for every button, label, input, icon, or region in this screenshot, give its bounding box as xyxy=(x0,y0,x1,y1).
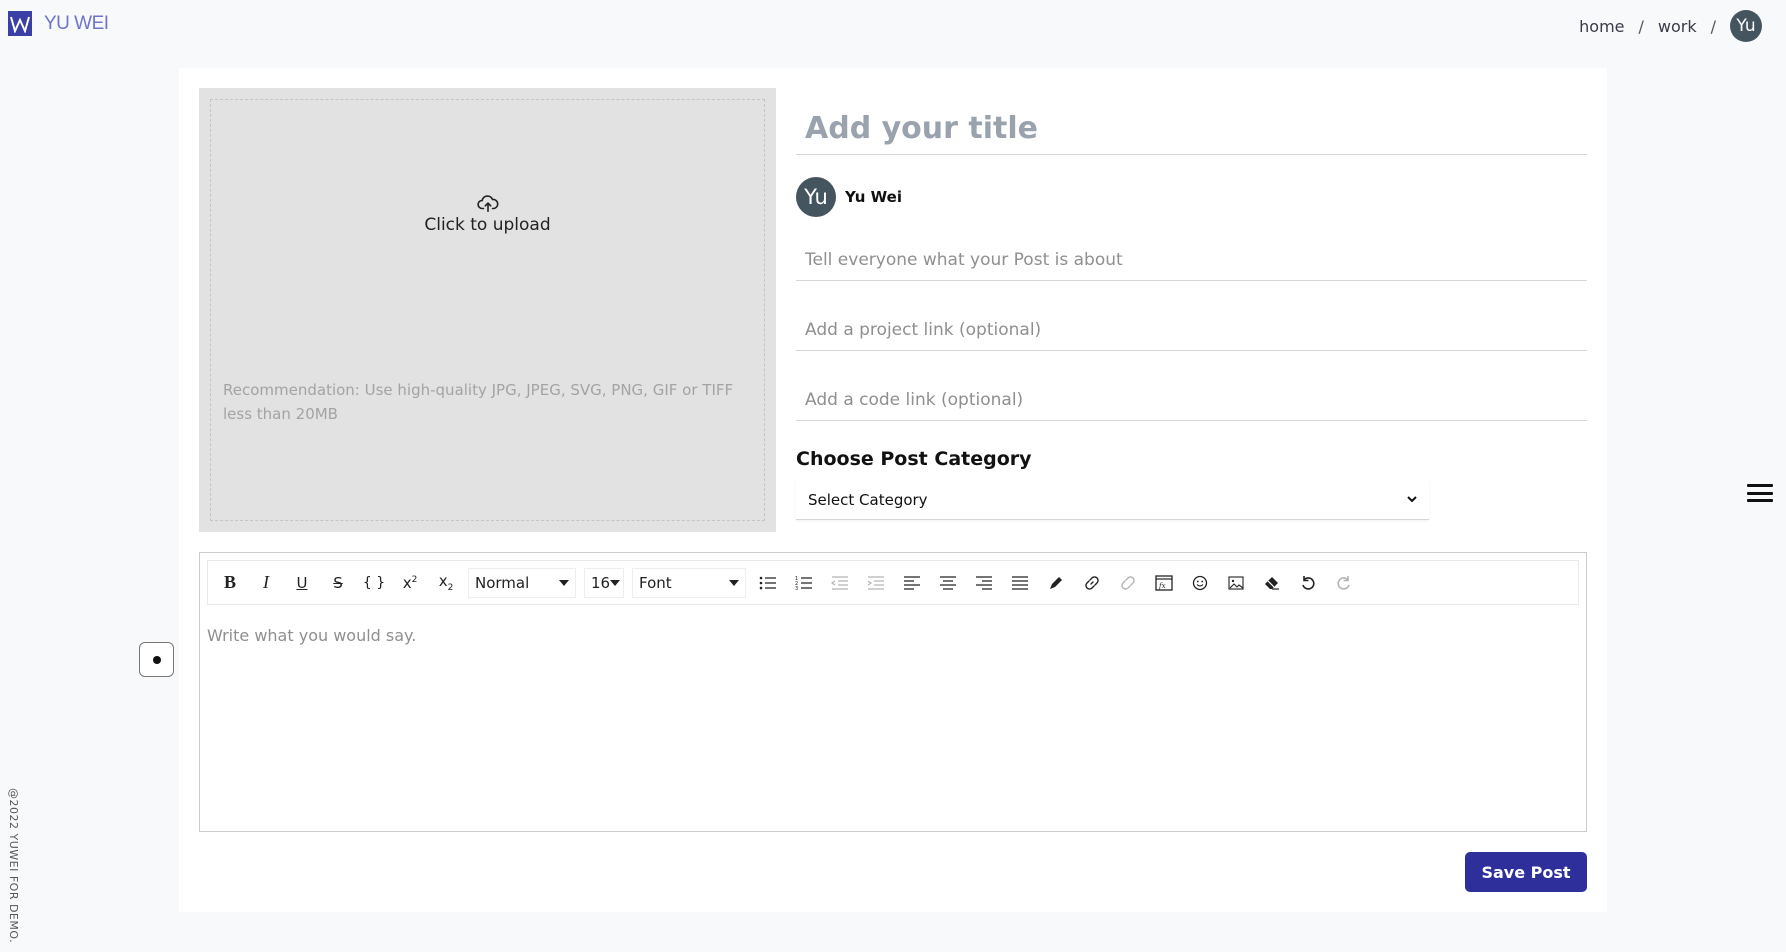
clear-format-button[interactable] xyxy=(1258,569,1286,597)
ordered-list-button[interactable]: 123 xyxy=(790,569,818,597)
heading-select-value: Normal xyxy=(475,573,530,592)
breadcrumb-separator: / xyxy=(1710,16,1716,36)
breadcrumb: home / work / Yu xyxy=(1579,10,1762,42)
about-input[interactable] xyxy=(796,239,1587,281)
upload-dropzone[interactable]: Click to upload Recommendation: Use high… xyxy=(210,99,765,521)
title-input[interactable] xyxy=(796,88,1587,155)
underline-icon: U xyxy=(296,573,308,592)
outdent-icon xyxy=(831,575,848,590)
hamburger-menu-icon[interactable] xyxy=(1747,484,1773,502)
font-size-value: 16 xyxy=(591,573,611,592)
italic-icon: I xyxy=(263,572,269,592)
rich-text-editor: B I U S { } x2 x2 Normal 16 Font 1 2 3 f… xyxy=(199,552,1587,832)
link-button[interactable] xyxy=(1078,569,1106,597)
chevron-down-icon xyxy=(1407,496,1417,503)
caret-down-icon xyxy=(729,579,739,586)
text-color-button[interactable] xyxy=(1042,569,1070,597)
image-icon xyxy=(1228,575,1244,590)
author-name: Yu Wei xyxy=(845,188,902,206)
align-center-icon xyxy=(940,575,956,590)
emoji-button[interactable] xyxy=(1186,569,1214,597)
italic-button[interactable]: I xyxy=(252,569,280,597)
redo-button[interactable] xyxy=(1330,569,1358,597)
project-link-input[interactable] xyxy=(796,309,1587,351)
link-icon xyxy=(1085,575,1099,590)
save-post-button[interactable]: Save Post xyxy=(1465,852,1587,892)
pen-icon xyxy=(1050,576,1062,589)
font-family-select[interactable]: Font xyxy=(632,567,746,598)
code-link-input[interactable] xyxy=(796,379,1587,421)
svg-text:3: 3 xyxy=(795,586,798,590)
font-family-value: Font xyxy=(639,573,672,592)
logo-mark-icon xyxy=(8,11,32,36)
align-right-icon xyxy=(976,575,992,590)
underline-button[interactable]: U xyxy=(288,569,316,597)
breadcrumb-separator: / xyxy=(1638,16,1644,36)
user-avatar[interactable]: Yu xyxy=(1730,10,1762,42)
outdent-button[interactable] xyxy=(826,569,854,597)
category-select-value: Select Category xyxy=(808,490,928,509)
upload-prompt[interactable]: Click to upload xyxy=(211,195,764,235)
eraser-icon xyxy=(1265,576,1279,590)
code-button[interactable]: { } xyxy=(360,569,388,597)
upload-recommendation: Recommendation: Use high-quality JPG, JP… xyxy=(223,381,734,423)
copyright-text: @2022 YUWEI FOR DEMO. xyxy=(7,788,20,944)
svg-text:fx: fx xyxy=(1158,582,1166,590)
image-button[interactable] xyxy=(1222,569,1250,597)
unlink-icon xyxy=(1121,575,1135,590)
logo[interactable]: YU WEI xyxy=(8,11,109,36)
unlink-button[interactable] xyxy=(1114,569,1142,597)
cloud-upload-icon xyxy=(476,195,499,213)
bullet-list-button[interactable] xyxy=(754,569,782,597)
indent-icon xyxy=(867,575,884,590)
nav-link-work[interactable]: work xyxy=(1658,17,1697,36)
strikethrough-button[interactable]: S xyxy=(324,569,352,597)
editor-toolbar: B I U S { } x2 x2 Normal 16 Font 1 2 3 f… xyxy=(207,560,1579,605)
heading-select[interactable]: Normal xyxy=(468,567,576,598)
caret-down-icon xyxy=(610,579,621,586)
author-info: Yu Yu Wei xyxy=(796,177,1587,217)
nav-link-home[interactable]: home xyxy=(1579,17,1624,36)
align-justify-icon xyxy=(1012,575,1028,590)
subscript-icon: x2 xyxy=(438,572,454,593)
superscript-icon: x2 xyxy=(402,573,418,592)
ordered-list-icon: 123 xyxy=(795,576,812,590)
editor-content[interactable]: Write what you would say. xyxy=(207,626,416,645)
redo-icon xyxy=(1337,575,1350,590)
strikethrough-icon: S xyxy=(333,573,343,592)
code-braces-icon: { } xyxy=(362,574,386,591)
category-label: Choose Post Category xyxy=(796,448,1032,470)
align-right-button[interactable] xyxy=(970,569,998,597)
bullet-list-icon xyxy=(759,576,776,589)
undo-button[interactable] xyxy=(1294,569,1322,597)
superscript-button[interactable]: x2 xyxy=(396,569,424,597)
dot-icon xyxy=(152,655,161,664)
embed-button[interactable]: fx xyxy=(1150,569,1178,597)
undo-icon xyxy=(1302,575,1315,590)
bold-button[interactable]: B xyxy=(216,569,244,597)
floating-action-button[interactable] xyxy=(139,642,174,677)
bold-icon: B xyxy=(223,572,236,592)
emoji-icon xyxy=(1192,575,1208,590)
image-upload-area[interactable]: Click to upload Recommendation: Use high… xyxy=(199,88,776,532)
embed-icon: fx xyxy=(1155,574,1173,591)
align-center-button[interactable] xyxy=(934,569,962,597)
align-justify-button[interactable] xyxy=(1006,569,1034,597)
indent-button[interactable] xyxy=(862,569,890,597)
category-select[interactable]: Select Category xyxy=(796,480,1429,520)
caret-down-icon xyxy=(559,579,569,586)
logo-text: YU WEI xyxy=(44,12,109,34)
font-size-select[interactable]: 16 xyxy=(584,567,624,598)
upload-label: Click to upload xyxy=(424,215,551,235)
align-left-icon xyxy=(904,575,920,590)
post-editor-card: Click to upload Recommendation: Use high… xyxy=(179,68,1607,912)
subscript-button[interactable]: x2 xyxy=(432,569,460,597)
post-details: Yu Yu Wei Choose Post Category Select Ca… xyxy=(796,88,1587,520)
align-left-button[interactable] xyxy=(898,569,926,597)
author-avatar: Yu xyxy=(796,177,836,217)
